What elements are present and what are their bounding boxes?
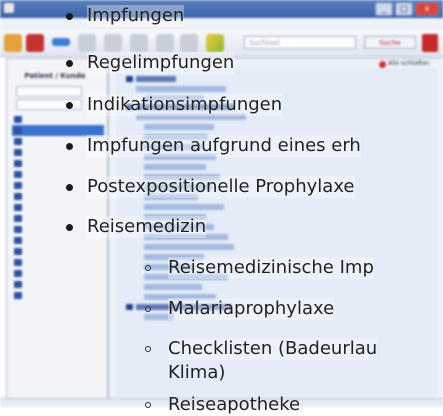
list-item[interactable] bbox=[12, 246, 104, 257]
outline-subitem-label: Reiseapotheke bbox=[168, 394, 301, 415]
folder-icon bbox=[14, 171, 22, 178]
toolbar-nav-icon[interactable] bbox=[78, 34, 96, 52]
outline-item[interactable]: Impfungen aufgrund eines erh bbox=[66, 135, 361, 157]
book-icon bbox=[126, 304, 133, 310]
toolbar-back-icon[interactable] bbox=[52, 38, 70, 46]
list-item[interactable] bbox=[12, 279, 104, 290]
bullet-icon bbox=[66, 13, 73, 20]
folder-icon bbox=[14, 248, 22, 255]
tree-row[interactable] bbox=[144, 164, 206, 170]
close-all-button[interactable]: Alle schließen bbox=[379, 60, 432, 70]
tree-row[interactable] bbox=[144, 204, 224, 210]
bullet-icon bbox=[66, 60, 73, 67]
book-icon bbox=[126, 76, 133, 82]
folder-icon bbox=[14, 226, 22, 233]
outline-item[interactable]: Impfungen bbox=[66, 5, 185, 27]
outline-item-label: Impfungen aufgrund eines erh bbox=[87, 135, 361, 156]
outline-subitem-label: Checklisten (Badeurlau bbox=[168, 338, 378, 359]
circle-bullet-icon bbox=[145, 346, 151, 352]
toolbar-search-tool-icon[interactable] bbox=[156, 34, 174, 52]
folder-icon bbox=[14, 127, 22, 134]
circle-bullet-icon bbox=[145, 265, 151, 271]
app-icon bbox=[4, 3, 14, 13]
toolbar-tool-icon[interactable] bbox=[4, 34, 22, 52]
folder-icon bbox=[14, 149, 22, 156]
patient-label: Patient / Kunde bbox=[24, 72, 86, 80]
outline-item[interactable]: Postexpositionelle Prophylaxe bbox=[66, 176, 355, 198]
folder-icon bbox=[14, 116, 22, 123]
folder-icon bbox=[14, 237, 22, 244]
tree-row[interactable] bbox=[144, 244, 234, 250]
toolbar-highlight-icon[interactable] bbox=[206, 34, 224, 52]
outline-item-label: Indikationsimpfungen bbox=[87, 94, 283, 115]
search-button[interactable]: Suche bbox=[364, 36, 416, 49]
folder-icon bbox=[14, 215, 22, 222]
folder-icon bbox=[14, 138, 22, 145]
list-item[interactable] bbox=[12, 268, 104, 279]
outline-item-label: Postexpositionelle Prophylaxe bbox=[87, 176, 355, 197]
circle-bullet-icon bbox=[145, 402, 151, 408]
folder-icon bbox=[14, 204, 22, 211]
outline-item[interactable]: Indikationsimpfungen bbox=[66, 94, 283, 116]
toolbar-zoom-icon[interactable] bbox=[180, 34, 198, 52]
maximize-button[interactable]: □ bbox=[395, 2, 413, 16]
toolbar-book-icon[interactable] bbox=[26, 34, 44, 52]
menu-bar bbox=[0, 18, 443, 30]
outline-subitem-label: Klima) bbox=[168, 362, 226, 383]
outline-subitem[interactable]: Malariaprophylaxe bbox=[145, 298, 335, 320]
folder-icon bbox=[14, 193, 22, 200]
search-input[interactable]: Suchtext bbox=[244, 36, 356, 49]
book-icon[interactable] bbox=[422, 34, 438, 52]
circle-bullet-icon bbox=[145, 306, 151, 312]
toolbar-nav2-icon[interactable] bbox=[104, 34, 122, 52]
outline-subitem[interactable]: Reisemedizinische Imp bbox=[145, 257, 374, 279]
tree-row[interactable] bbox=[144, 124, 214, 130]
outline-item[interactable]: Regelimpfungen bbox=[66, 52, 235, 74]
outline-item[interactable]: Reisemedizin bbox=[66, 216, 207, 238]
list-item[interactable] bbox=[12, 202, 104, 213]
bullet-icon bbox=[66, 224, 73, 231]
folder-icon bbox=[14, 270, 22, 277]
bullet-icon bbox=[66, 184, 73, 191]
close-window-button[interactable]: x bbox=[415, 2, 439, 16]
tree-row[interactable] bbox=[144, 284, 202, 290]
outline-subitem[interactable]: Reiseapotheke bbox=[145, 394, 301, 416]
window-controls: _ □ x bbox=[375, 2, 439, 16]
outline-item-label: Regelimpfungen bbox=[87, 52, 235, 73]
minimize-button[interactable]: _ bbox=[375, 2, 393, 16]
folder-icon bbox=[14, 182, 22, 189]
outline-subitem-label: Reisemedizinische Imp bbox=[168, 257, 374, 278]
toolbar-print-icon[interactable] bbox=[130, 34, 148, 52]
outline-item-label: Impfungen bbox=[87, 5, 185, 26]
folder-icon bbox=[14, 259, 22, 266]
bullet-icon bbox=[66, 102, 73, 109]
outline-item-label: Reisemedizin bbox=[87, 216, 207, 237]
list-item[interactable] bbox=[12, 158, 104, 169]
bullet-icon bbox=[66, 143, 73, 150]
outline-subitem-continuation: Klima) bbox=[168, 362, 225, 384]
list-item[interactable] bbox=[12, 290, 104, 301]
folder-icon bbox=[14, 281, 22, 288]
folder-icon bbox=[14, 160, 22, 167]
left-panel-button-1[interactable] bbox=[16, 86, 82, 97]
tree-row[interactable] bbox=[136, 76, 176, 82]
outline-subitem[interactable]: Checklisten (Badeurlau bbox=[145, 338, 378, 360]
outline-subitem-label: Malariaprophylaxe bbox=[168, 298, 335, 319]
folder-icon bbox=[14, 292, 22, 299]
tree-row[interactable] bbox=[136, 86, 226, 92]
list-item[interactable] bbox=[12, 257, 104, 268]
